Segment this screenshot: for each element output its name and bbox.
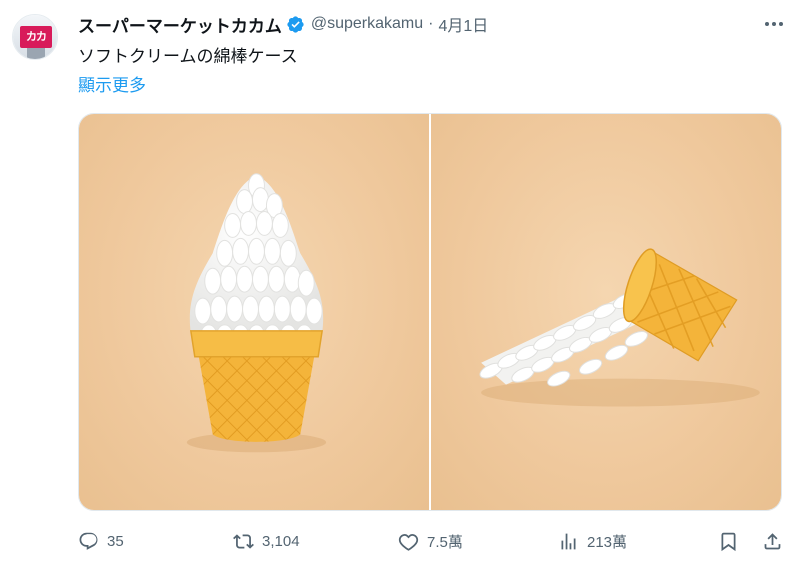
views-chart-icon	[561, 533, 576, 549]
author-name[interactable]: スーパーマーケットカカム	[78, 12, 282, 37]
retweet-button[interactable]: 3,104	[233, 528, 300, 554]
author-handle[interactable]: @superkakamu	[311, 15, 423, 33]
more-dot	[772, 22, 776, 26]
heart-icon	[398, 533, 419, 551]
like-button[interactable]: 7.5萬	[398, 528, 463, 554]
tweet-date[interactable]: 4月1日	[438, 12, 488, 36]
views-count: 213萬	[587, 533, 628, 551]
tweet-header: スーパーマーケットカカム @superkakamu · 4月1日	[78, 12, 488, 36]
bookmark-icon	[721, 532, 736, 551]
views-button[interactable]: 213萬	[558, 528, 627, 554]
avatar-logo: カカ	[20, 26, 52, 48]
separator-dot: ·	[428, 15, 434, 32]
retweet-count: 3,104	[262, 532, 300, 550]
share-button[interactable]	[762, 528, 783, 554]
action-bar: 35 3,104 7.5萬 213萬	[78, 528, 788, 554]
more-options-icon[interactable]	[762, 14, 786, 34]
show-more-link[interactable]: 顯示更多	[78, 71, 146, 96]
tweet-card: カカ スーパーマーケットカカム @superkakamu · 4月1日 ソフトク…	[0, 0, 800, 567]
avatar[interactable]: カカ	[12, 14, 58, 60]
media-grid	[78, 113, 782, 511]
reply-icon	[79, 532, 98, 550]
tipped-cone-illustration	[479, 248, 760, 407]
reply-button[interactable]: 35	[78, 528, 124, 554]
photo-upright-cone[interactable]	[79, 114, 429, 510]
avatar-sign-pole	[27, 48, 45, 59]
bookmark-button[interactable]	[718, 528, 739, 554]
tweet-text: ソフトクリームの綿棒ケース	[78, 47, 298, 66]
more-dot	[765, 22, 769, 26]
verified-badge-icon	[287, 15, 304, 33]
upright-cone-illustration	[186, 173, 327, 453]
like-count: 7.5萬	[427, 533, 463, 551]
share-icon	[764, 532, 781, 549]
photo-tipped-cone[interactable]	[431, 114, 781, 510]
reply-count: 35	[107, 532, 124, 550]
retweet-icon	[233, 533, 254, 549]
more-dot	[779, 22, 783, 26]
